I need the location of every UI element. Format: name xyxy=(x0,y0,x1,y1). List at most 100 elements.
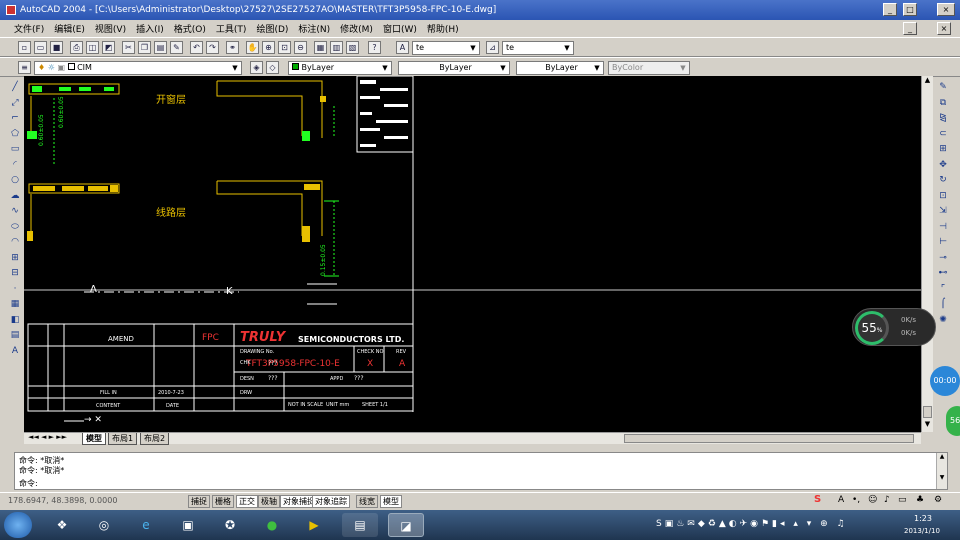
ime-lang-icon[interactable]: A xyxy=(838,495,844,505)
counter-badge[interactable]: 56 xyxy=(946,406,960,436)
arc-icon[interactable]: ◜ xyxy=(8,158,22,172)
layer-select[interactable]: ♦ ☼ ▣ CIM ▼ xyxy=(34,61,242,75)
polar-toggle[interactable]: 极轴 xyxy=(258,495,280,508)
zoom-window-icon[interactable]: ⊡ xyxy=(278,41,291,54)
save-icon[interactable]: ■ xyxy=(50,41,63,54)
app-icon-6[interactable]: ● xyxy=(254,513,290,537)
properties-icon[interactable]: ▦ xyxy=(314,41,327,54)
polyline-icon[interactable]: ⌐ xyxy=(8,111,22,125)
close-button[interactable]: × xyxy=(937,3,955,16)
tab-model[interactable]: 模型 xyxy=(82,433,106,445)
menu-tools[interactable]: 工具(T) xyxy=(216,22,247,35)
erase-icon[interactable]: ✎ xyxy=(936,80,950,94)
match-properties-icon[interactable]: ✎ xyxy=(170,41,183,54)
start-button[interactable] xyxy=(4,512,32,538)
rectangle-icon[interactable]: ▭ xyxy=(8,142,22,156)
cut-icon[interactable]: ✂ xyxy=(122,41,135,54)
command-window[interactable]: 命令: *取消* 命令: *取消* 命令: ▲ ▼ xyxy=(14,452,948,490)
make-block-icon[interactable]: ⊟ xyxy=(8,266,22,280)
print-icon[interactable]: ⎙ xyxy=(70,41,83,54)
dim-style-select[interactable]: te ▼ xyxy=(502,41,574,55)
spline-icon[interactable]: ∿ xyxy=(8,204,22,218)
plotstyle-select[interactable]: ByColor ▼ xyxy=(608,61,690,75)
dim-style-icon[interactable]: ⊿ xyxy=(486,41,499,54)
menu-window[interactable]: 窗口(W) xyxy=(383,22,417,35)
menu-help[interactable]: 帮助(H) xyxy=(427,22,459,35)
horizontal-scroll-thumb[interactable] xyxy=(624,434,914,443)
grid-toggle[interactable]: 栅格 xyxy=(212,495,234,508)
menu-insert[interactable]: 插入(I) xyxy=(136,22,164,35)
app-icon-2[interactable]: ◎ xyxy=(86,513,122,537)
menu-view[interactable]: 视图(V) xyxy=(95,22,126,35)
revision-cloud-icon[interactable]: ☁ xyxy=(8,189,22,203)
ime-keyboard-icon[interactable]: ▭ xyxy=(898,495,907,505)
ime-s-icon[interactable]: S xyxy=(814,494,821,505)
ortho-toggle[interactable]: 正交 xyxy=(236,495,258,508)
doc-close-button[interactable]: × xyxy=(937,22,951,35)
ime-mic-icon[interactable]: ♪ xyxy=(884,495,890,505)
snap-toggle[interactable]: 捕捉 xyxy=(188,495,210,508)
ime-punct-icon[interactable]: •, xyxy=(852,495,860,505)
tab-nav-arrows-icon[interactable]: ◄◄ ◄ ► ►► xyxy=(28,433,67,441)
app-icon-5[interactable]: ✪ xyxy=(212,513,248,537)
line-icon[interactable]: ╱ xyxy=(8,80,22,94)
autocad-taskbar-icon[interactable]: ◪ xyxy=(388,513,424,537)
redo-icon[interactable]: ↷ xyxy=(206,41,219,54)
timer-badge[interactable]: 00:00 xyxy=(930,366,960,396)
design-center-icon[interactable]: ▥ xyxy=(330,41,343,54)
stretch-icon[interactable]: ⇲ xyxy=(936,204,950,218)
layer-manager-icon[interactable]: ≡ xyxy=(18,61,31,74)
color-select[interactable]: ByLayer ▼ xyxy=(288,61,392,75)
preview-icon[interactable]: ◫ xyxy=(86,41,99,54)
hatch-icon[interactable]: ▦ xyxy=(8,297,22,311)
pan-icon[interactable]: ✋ xyxy=(246,41,259,54)
array-icon[interactable]: ⊞ xyxy=(936,142,950,156)
linetype-select[interactable]: ByLayer ▼ xyxy=(398,61,510,75)
ime-emoji-icon[interactable]: ☺ xyxy=(868,495,877,505)
menu-file[interactable]: 文件(F) xyxy=(14,22,44,35)
offset-icon[interactable]: ⊂ xyxy=(936,127,950,141)
vertical-scroll-thumb[interactable] xyxy=(923,406,932,418)
join-icon[interactable]: ⊷ xyxy=(936,266,950,280)
move-icon[interactable]: ✥ xyxy=(936,158,950,172)
copy-icon[interactable]: ❐ xyxy=(138,41,151,54)
menu-modify[interactable]: 修改(M) xyxy=(340,22,373,35)
layer-previous-icon[interactable]: ◇ xyxy=(266,61,279,74)
extend-icon[interactable]: ⊢ xyxy=(936,235,950,249)
ellipse-arc-icon[interactable]: ◠ xyxy=(8,235,22,249)
tray-icons[interactable]: S▣♨✉◆♻▲◐✈◉⚑▮◂ ▴ ▾ ⊕ ♫ xyxy=(656,519,848,529)
otrack-toggle[interactable]: 对象追踪 xyxy=(312,495,350,508)
multiline-text-icon[interactable]: A xyxy=(8,344,22,358)
text-style-icon[interactable]: A xyxy=(396,41,409,54)
polygon-icon[interactable]: ⬠ xyxy=(8,127,22,141)
model-toggle[interactable]: 模型 xyxy=(380,495,402,508)
rotate-icon[interactable]: ↻ xyxy=(936,173,950,187)
circle-icon[interactable]: ○ xyxy=(8,173,22,187)
tab-layout2[interactable]: 布局2 xyxy=(140,433,170,445)
region-icon[interactable]: ◧ xyxy=(8,313,22,327)
speed-widget[interactable]: 55% 0K/s 0K/s xyxy=(852,308,936,346)
menu-edit[interactable]: 编辑(E) xyxy=(54,22,85,35)
doc-minimize-button[interactable]: _ xyxy=(903,22,917,35)
ellipse-icon[interactable]: ⬭ xyxy=(8,220,22,234)
chamfer-icon[interactable]: ⌜ xyxy=(936,282,950,296)
hyperlink-icon[interactable]: ⚭ xyxy=(226,41,239,54)
construction-line-icon[interactable]: ⤢ xyxy=(8,96,22,110)
text-style-select[interactable]: te ▼ xyxy=(412,41,480,55)
scroll-down-icon[interactable]: ▼ xyxy=(922,420,933,431)
clock-time[interactable]: 1:23 xyxy=(914,514,932,523)
make-current-layer-icon[interactable]: ◈ xyxy=(250,61,263,74)
mirror-icon[interactable]: ⧎ xyxy=(936,111,950,125)
app-icon-1[interactable]: ❖ xyxy=(44,513,80,537)
fillet-icon[interactable]: ⌠ xyxy=(936,297,950,311)
tab-layout1[interactable]: 布局1 xyxy=(108,433,138,445)
paste-icon[interactable]: ▤ xyxy=(154,41,167,54)
ie-icon[interactable]: e xyxy=(128,513,164,537)
menu-dimension[interactable]: 标注(N) xyxy=(298,22,330,35)
drawing-canvas[interactable]: 开窗层 线路层 0.60±0.05 0.60±0.05 0.15±0.05 A … xyxy=(24,76,921,432)
break-icon[interactable]: ⊸ xyxy=(936,251,950,265)
ime-tools-icon[interactable]: ⚙ xyxy=(934,495,942,505)
lineweight-select[interactable]: ByLayer ▼ xyxy=(516,61,604,75)
command-scrollbar[interactable]: ▲ ▼ xyxy=(936,453,947,489)
help-icon[interactable]: ? xyxy=(368,41,381,54)
